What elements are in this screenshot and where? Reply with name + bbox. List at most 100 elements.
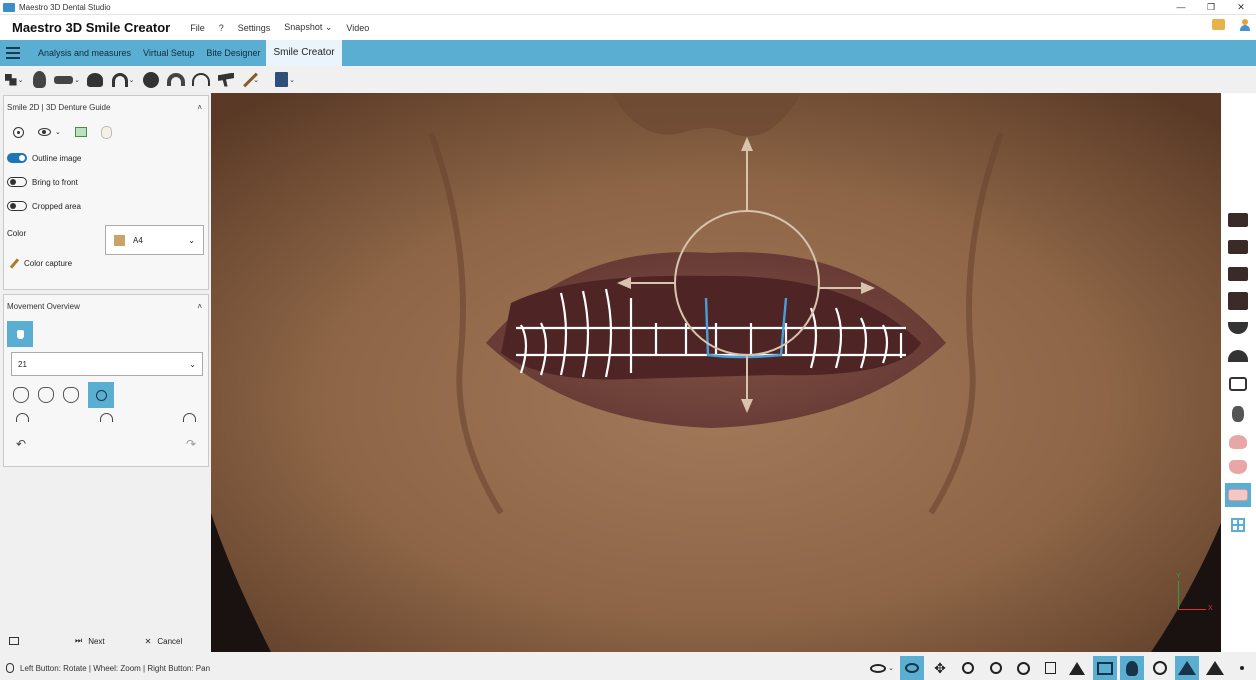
- outline-image-label: Outline image: [32, 153, 82, 163]
- zoom-in-icon[interactable]: [956, 656, 980, 680]
- front-teeth-icon[interactable]: [1227, 405, 1249, 423]
- left-panel: Smile 2D | 3D Denture Guide ˄ ⌄ Outline …: [0, 93, 211, 656]
- panel-toggle-icon[interactable]: [9, 637, 19, 645]
- arch-center-icon[interactable]: [99, 413, 113, 422]
- tooth-mesial-icon[interactable]: [13, 387, 29, 403]
- face-photo[interactable]: [211, 93, 1221, 652]
- visibility-icon[interactable]: ⌄: [866, 656, 898, 680]
- arch-top-view-icon[interactable]: [1227, 319, 1249, 337]
- bring-to-front-toggle[interactable]: [7, 177, 27, 187]
- chevron-up-icon: ˄: [197, 102, 202, 112]
- book-icon[interactable]: ⌄: [272, 70, 298, 90]
- face-view-icon[interactable]: [1120, 656, 1144, 680]
- rotate-model-icon[interactable]: [141, 70, 161, 90]
- center-view-icon[interactable]: [1011, 656, 1035, 680]
- smile-guide-card: Smile 2D | 3D Denture Guide ˄ ⌄ Outline …: [3, 95, 209, 290]
- menu-settings[interactable]: Settings: [238, 23, 271, 33]
- cropped-area-option[interactable]: Cropped area: [4, 194, 208, 218]
- head-icon[interactable]: [29, 70, 49, 90]
- eyedropper-icon: [9, 257, 20, 269]
- eye-icon[interactable]: ⌄: [38, 128, 61, 136]
- tooth-torque-icon[interactable]: [63, 387, 79, 403]
- bring-to-front-option[interactable]: Bring to front: [4, 170, 208, 194]
- arch-outline-icon-2[interactable]: [191, 70, 211, 90]
- outline-image-option[interactable]: Outline image: [4, 146, 208, 170]
- status-hint: Left Button: Rotate | Wheel: Zoom | Righ…: [20, 663, 211, 673]
- hamburger-menu-icon[interactable]: [6, 47, 20, 59]
- teeth-row-icon[interactable]: ⌄: [54, 70, 80, 90]
- image-view-icon[interactable]: [1093, 656, 1117, 680]
- copy-view-icon[interactable]: [1038, 656, 1062, 680]
- tab-virtual-setup[interactable]: Virtual Setup: [137, 40, 200, 66]
- single-tooth-button[interactable]: [7, 321, 33, 347]
- cropped-area-label: Cropped area: [32, 201, 81, 211]
- rotate-view-icon[interactable]: [1227, 375, 1249, 393]
- boxes-icon[interactable]: ⌄: [4, 70, 24, 90]
- tab-analysis-and-measures[interactable]: Analysis and measures: [32, 40, 137, 66]
- undo-icon[interactable]: ↶: [16, 437, 26, 451]
- arch-outline-icon[interactable]: [166, 70, 186, 90]
- movement-overview-header[interactable]: Movement Overview ˄: [4, 295, 208, 317]
- grid-icon[interactable]: [1148, 656, 1172, 680]
- menu-file[interactable]: File: [190, 23, 205, 33]
- zoom-out-icon[interactable]: [984, 656, 1008, 680]
- redo-icon[interactable]: ↷: [186, 437, 196, 451]
- menu-help[interactable]: ?: [219, 23, 224, 33]
- color-label: Color: [7, 228, 27, 238]
- 3d-viewport[interactable]: Y X: [211, 93, 1221, 652]
- color-select[interactable]: A4 ⌄: [105, 225, 204, 255]
- target-icon[interactable]: [13, 126, 24, 138]
- cancel-label: Cancel: [157, 636, 183, 646]
- window-title: Maestro 3D Dental Studio: [19, 2, 111, 12]
- user-icon[interactable]: [1239, 19, 1250, 31]
- gingiva-upper-icon[interactable]: [1227, 433, 1249, 451]
- close-icon: ✕: [144, 636, 152, 646]
- occlusion-view-icon[interactable]: [1227, 238, 1249, 256]
- outline-triangle-icon[interactable]: [1203, 656, 1227, 680]
- tab-bite-designer[interactable]: Bite Designer: [200, 40, 266, 66]
- more-options-icon[interactable]: [1230, 656, 1254, 680]
- tooth-number-select[interactable]: 21 ⌄: [11, 352, 203, 376]
- outline-image-toggle[interactable]: [7, 153, 27, 163]
- move-icon[interactable]: ✥: [928, 656, 952, 680]
- articulator-icon[interactable]: [216, 70, 236, 90]
- restore-button[interactable]: ❐: [1196, 0, 1226, 15]
- chat-icon[interactable]: [1212, 19, 1225, 30]
- cancel-button[interactable]: ✕ Cancel: [145, 637, 183, 646]
- gingiva-lower-icon[interactable]: [1227, 458, 1249, 476]
- tooth-distal-icon[interactable]: [38, 387, 54, 403]
- right-toolbar: [1221, 93, 1256, 652]
- menu-snapshot-label: Snapshot: [284, 22, 323, 32]
- close-window-button[interactable]: ✕: [1226, 0, 1256, 15]
- tooth-shade-icon[interactable]: [100, 125, 112, 139]
- tab-smile-creator[interactable]: Smile Creator: [266, 40, 342, 66]
- toolbar: ⌄ ⌄ ⌄ ⌄ ⌄: [0, 66, 1256, 93]
- both-jaws-view-icon[interactable]: [1227, 292, 1249, 310]
- measure-icon[interactable]: [1065, 656, 1089, 680]
- next-button[interactable]: ⏭ Next: [75, 636, 105, 646]
- menu-snapshot[interactable]: Snapshot ⌄: [284, 22, 332, 33]
- app-icon: [3, 2, 15, 12]
- grid-view-icon[interactable]: [1227, 516, 1249, 534]
- minimize-button[interactable]: —: [1166, 0, 1196, 15]
- image-icon[interactable]: [74, 127, 87, 137]
- rotate-tooth-button[interactable]: [88, 382, 114, 408]
- lower-jaw-view-icon[interactable]: [1227, 265, 1249, 283]
- lasso-select-icon[interactable]: [900, 656, 924, 680]
- upper-jaw-view-icon[interactable]: [1227, 211, 1249, 229]
- wireframe-icon[interactable]: [1175, 656, 1199, 680]
- skull-icon[interactable]: [85, 70, 105, 90]
- menu-video[interactable]: Video: [346, 23, 369, 33]
- ribbon: Analysis and measures Virtual Setup Bite…: [0, 40, 1256, 66]
- smile-view-icon[interactable]: [1225, 483, 1251, 507]
- arch-icon[interactable]: ⌄: [110, 70, 136, 90]
- arch-bottom-view-icon[interactable]: [1227, 347, 1249, 365]
- tooth-icon: [16, 329, 24, 339]
- brush-icon[interactable]: ⌄: [241, 70, 267, 90]
- smile-guide-header[interactable]: Smile 2D | 3D Denture Guide ˄: [4, 96, 208, 118]
- cropped-area-toggle[interactable]: [7, 201, 27, 211]
- arch-right-icon[interactable]: [183, 413, 196, 422]
- arch-left-icon[interactable]: [16, 413, 29, 422]
- next-label: Next: [88, 636, 105, 646]
- app-brand: Maestro 3D Smile Creator: [12, 20, 171, 35]
